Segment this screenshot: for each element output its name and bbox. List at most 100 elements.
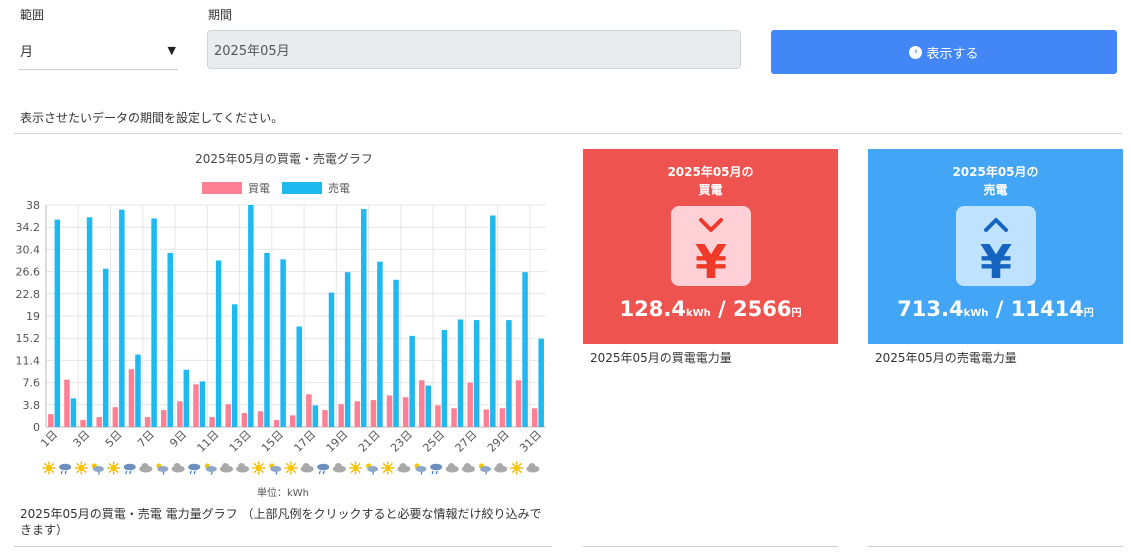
bar-buy: [338, 404, 344, 427]
bar-sell: [102, 268, 109, 427]
weather-icon-rain: [59, 463, 72, 475]
yen-up-icon: ¥: [956, 206, 1036, 289]
bar-sell: [328, 292, 335, 427]
weather-icon-cloudy: [236, 463, 250, 473]
y-tick-label: 22.8: [16, 288, 41, 301]
bar-buy: [515, 380, 522, 427]
x-tick-label: 3日: [71, 428, 93, 450]
x-tick-label: 27日: [453, 428, 480, 455]
y-tick-label: 0: [33, 421, 40, 434]
x-tick-label: 21日: [356, 428, 383, 455]
y-tick-label: 26.6: [16, 266, 41, 279]
bar-sell: [231, 304, 238, 427]
weather-icon-cloudy: [171, 463, 185, 473]
bar-buy: [290, 415, 296, 427]
bar-sell: [119, 209, 125, 427]
bar-sell: [361, 209, 367, 427]
chevron-down-icon: ▼: [167, 44, 176, 57]
weather-icon-sunny: [252, 461, 266, 475]
yen-down-icon: ¥: [671, 206, 751, 289]
buy-card-title: 2025年05月の 買電: [583, 163, 838, 199]
range-select[interactable]: 月 ▼: [18, 36, 178, 70]
bar-buy: [435, 405, 441, 427]
bar-buy: [306, 394, 312, 427]
bar-sell: [312, 405, 319, 427]
weather-icon-cloudy: [494, 463, 508, 473]
sell-yen-unit: 円: [1083, 308, 1094, 319]
x-tick-label: 25日: [420, 428, 447, 455]
weather-icon-cloudy-rain: [204, 463, 217, 475]
weather-icon-cloudy: [300, 463, 314, 473]
weather-icon-cloudy: [445, 463, 459, 473]
bar-sell: [199, 381, 206, 427]
bar-buy: [64, 379, 70, 427]
bar-sell: [183, 369, 190, 427]
y-tick-label: 15.2: [16, 332, 41, 345]
x-tick-label: 29日: [485, 428, 512, 455]
y-tick-label: 7.6: [23, 377, 41, 390]
sell-card-title-line2: 売電: [983, 183, 1008, 197]
bar-sell: [264, 252, 270, 427]
weather-icon-sunny: [74, 461, 88, 475]
bar-buy: [241, 412, 248, 427]
bar-buy: [209, 417, 215, 427]
weather-icon-sunny: [284, 461, 298, 475]
bar-buy: [112, 407, 119, 427]
bar-buy: [225, 404, 231, 427]
bar-buy: [419, 380, 425, 427]
buy-yen: 2566: [733, 297, 792, 321]
divider: [14, 133, 1122, 134]
chevron-right-circle-icon: ›: [909, 45, 923, 59]
legend-swatch-buy: [202, 182, 242, 194]
sell-yen: 11414: [1010, 297, 1084, 321]
sell-card-caption: 2025年05月の売電電力量: [875, 351, 1017, 365]
weather-icon-sunny: [381, 461, 395, 475]
show-button[interactable]: › 表示する: [771, 30, 1117, 74]
bar-sell: [409, 335, 415, 427]
bar-sell: [248, 205, 254, 427]
weather-icon-cloudy-rain: [366, 463, 379, 475]
bar-buy: [177, 401, 183, 427]
x-tick-label: 11日: [195, 428, 222, 455]
buy-card-title-line1: 2025年05月の: [667, 165, 754, 179]
weather-icon-cloudy-rain: [156, 463, 169, 475]
bar-buy: [273, 419, 280, 427]
weather-icon-cloudy-rain: [91, 463, 104, 475]
buy-bottom-divider: [583, 546, 838, 547]
bar-buy: [467, 382, 473, 427]
show-button-label: 表示する: [926, 46, 979, 62]
bar-sell: [54, 219, 61, 427]
bar-buy: [144, 417, 151, 427]
bar-sell: [280, 259, 286, 427]
bar-sell: [377, 261, 383, 427]
sell-kwh: 713.4: [897, 297, 964, 321]
legend-item-buy[interactable]: 買電: [202, 180, 270, 196]
x-tick-label: 31日: [517, 428, 544, 455]
bar-buy: [451, 408, 457, 427]
range-label: 範囲: [20, 8, 45, 22]
weather-icon-rain: [188, 463, 201, 475]
buy-yen-unit: 円: [791, 308, 802, 319]
period-input[interactable]: 2025年05月: [207, 30, 741, 69]
range-select-value: 月: [20, 45, 34, 60]
bar-buy: [80, 419, 86, 427]
legend-label-buy: 買電: [248, 182, 270, 195]
period-label: 期間: [208, 8, 233, 22]
bar-sell: [506, 320, 512, 427]
buy-card-value: 128.4kWh / 2566円: [583, 297, 838, 321]
legend-item-sell[interactable]: 売電: [282, 180, 350, 196]
y-tick-label: 38: [26, 199, 40, 212]
weather-icon-cloudy-rain: [269, 463, 282, 475]
bar-buy: [160, 410, 167, 427]
bar-sell: [296, 326, 302, 427]
sell-card: 2025年05月の 売電 ¥ 713.4kWh / 11414円: [868, 149, 1123, 344]
sell-separator: /: [988, 297, 1011, 321]
weather-icon-sunny: [107, 461, 121, 475]
x-tick-label: 19日: [324, 428, 351, 455]
x-tick-label: 15日: [259, 428, 286, 455]
weather-icon-cloudy: [332, 463, 346, 473]
weather-icon-cloudy-rain: [478, 463, 492, 475]
bar-sell: [425, 385, 432, 427]
bar-sell: [457, 319, 464, 427]
y-tick-label: 11.4: [16, 354, 41, 367]
